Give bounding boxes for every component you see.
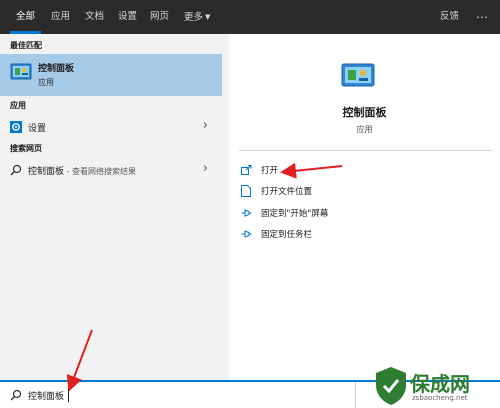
tab-more[interactable]: 更多 ▼ [184, 0, 210, 34]
gear-icon [10, 121, 22, 133]
control-panel-icon [10, 63, 32, 80]
settings-label: 设置 [28, 124, 47, 134]
control-panel-large-icon [341, 63, 375, 87]
shield-logo-icon [376, 367, 406, 405]
search-scope-bar: 全部 应用 文档 设置 网页 更多 ▼ 反馈 ⋯ [0, 0, 500, 34]
results-panel: 最佳匹配 控制面板 应用 应用 设置 › 搜索网页 控制面板 - 查看网络搜索结… [0, 34, 229, 380]
divider [239, 150, 492, 151]
apps-header: 应用 [10, 101, 26, 110]
more-options-icon[interactable]: ⋯ [476, 0, 488, 34]
watermark-text: 保成网 [410, 372, 470, 396]
pin-to-start-action[interactable]: 固定到"开始"屏幕 [241, 205, 441, 223]
pin-to-taskbar-action[interactable]: 固定到任务栏 [241, 226, 441, 244]
open-icon [241, 165, 252, 175]
feedback-button[interactable]: 反馈 [440, 0, 459, 34]
pin-to-start-label: 固定到"开始"屏幕 [261, 209, 329, 219]
text-cursor [68, 388, 69, 402]
settings-result[interactable]: 设置 › [0, 116, 222, 138]
best-match-subtitle: 应用 [38, 78, 54, 87]
pin-to-taskbar-label: 固定到任务栏 [261, 230, 313, 240]
best-match-result[interactable]: 控制面板 应用 [0, 54, 222, 96]
tab-settings[interactable]: 设置 [118, 0, 137, 34]
chevron-right-icon[interactable]: › [203, 118, 208, 133]
best-match-header: 最佳匹配 [10, 41, 42, 50]
pin-start-icon [241, 209, 252, 217]
chevron-right-icon[interactable]: › [203, 161, 208, 176]
pin-taskbar-icon [241, 230, 252, 238]
tab-all[interactable]: 全部 [16, 0, 35, 34]
web-search-label: 控制面板 - 查看网络搜索结果 [28, 164, 136, 177]
web-search-result[interactable]: 控制面板 - 查看网络搜索结果 › [0, 159, 222, 181]
chevron-down-icon: ▼ [205, 13, 211, 21]
web-search-header: 搜索网页 [10, 144, 42, 153]
best-match-title: 控制面板 [38, 64, 75, 74]
preview-panel: 控制面板 应用 打开 打开文件位置 固定到"开始"屏幕 固定到任务栏 [229, 34, 500, 380]
tab-web[interactable]: 网页 [150, 0, 169, 34]
preview-title: 控制面板 [342, 106, 387, 119]
file-location-icon [241, 185, 251, 197]
search-icon [10, 164, 22, 176]
open-action[interactable]: 打开 [241, 162, 441, 180]
search-icon [10, 389, 22, 401]
search-query-text: 控制面板 [28, 392, 65, 402]
watermark: 保成网 zsbaocheng.net [360, 364, 500, 408]
open-file-location-label: 打开文件位置 [261, 187, 313, 197]
tab-apps[interactable]: 应用 [51, 0, 70, 34]
preview-subtitle: 应用 [356, 125, 373, 134]
web-search-query: 控制面板 [28, 167, 65, 177]
watermark-url: zsbaocheng.net [412, 394, 468, 402]
tab-more-label: 更多 [184, 12, 204, 23]
open-label: 打开 [261, 166, 279, 176]
web-search-suffix: - 查看网络搜索结果 [64, 167, 136, 176]
open-file-location-action[interactable]: 打开文件位置 [241, 183, 441, 201]
search-input[interactable]: 控制面板 [0, 382, 356, 408]
tab-documents[interactable]: 文档 [85, 0, 104, 34]
